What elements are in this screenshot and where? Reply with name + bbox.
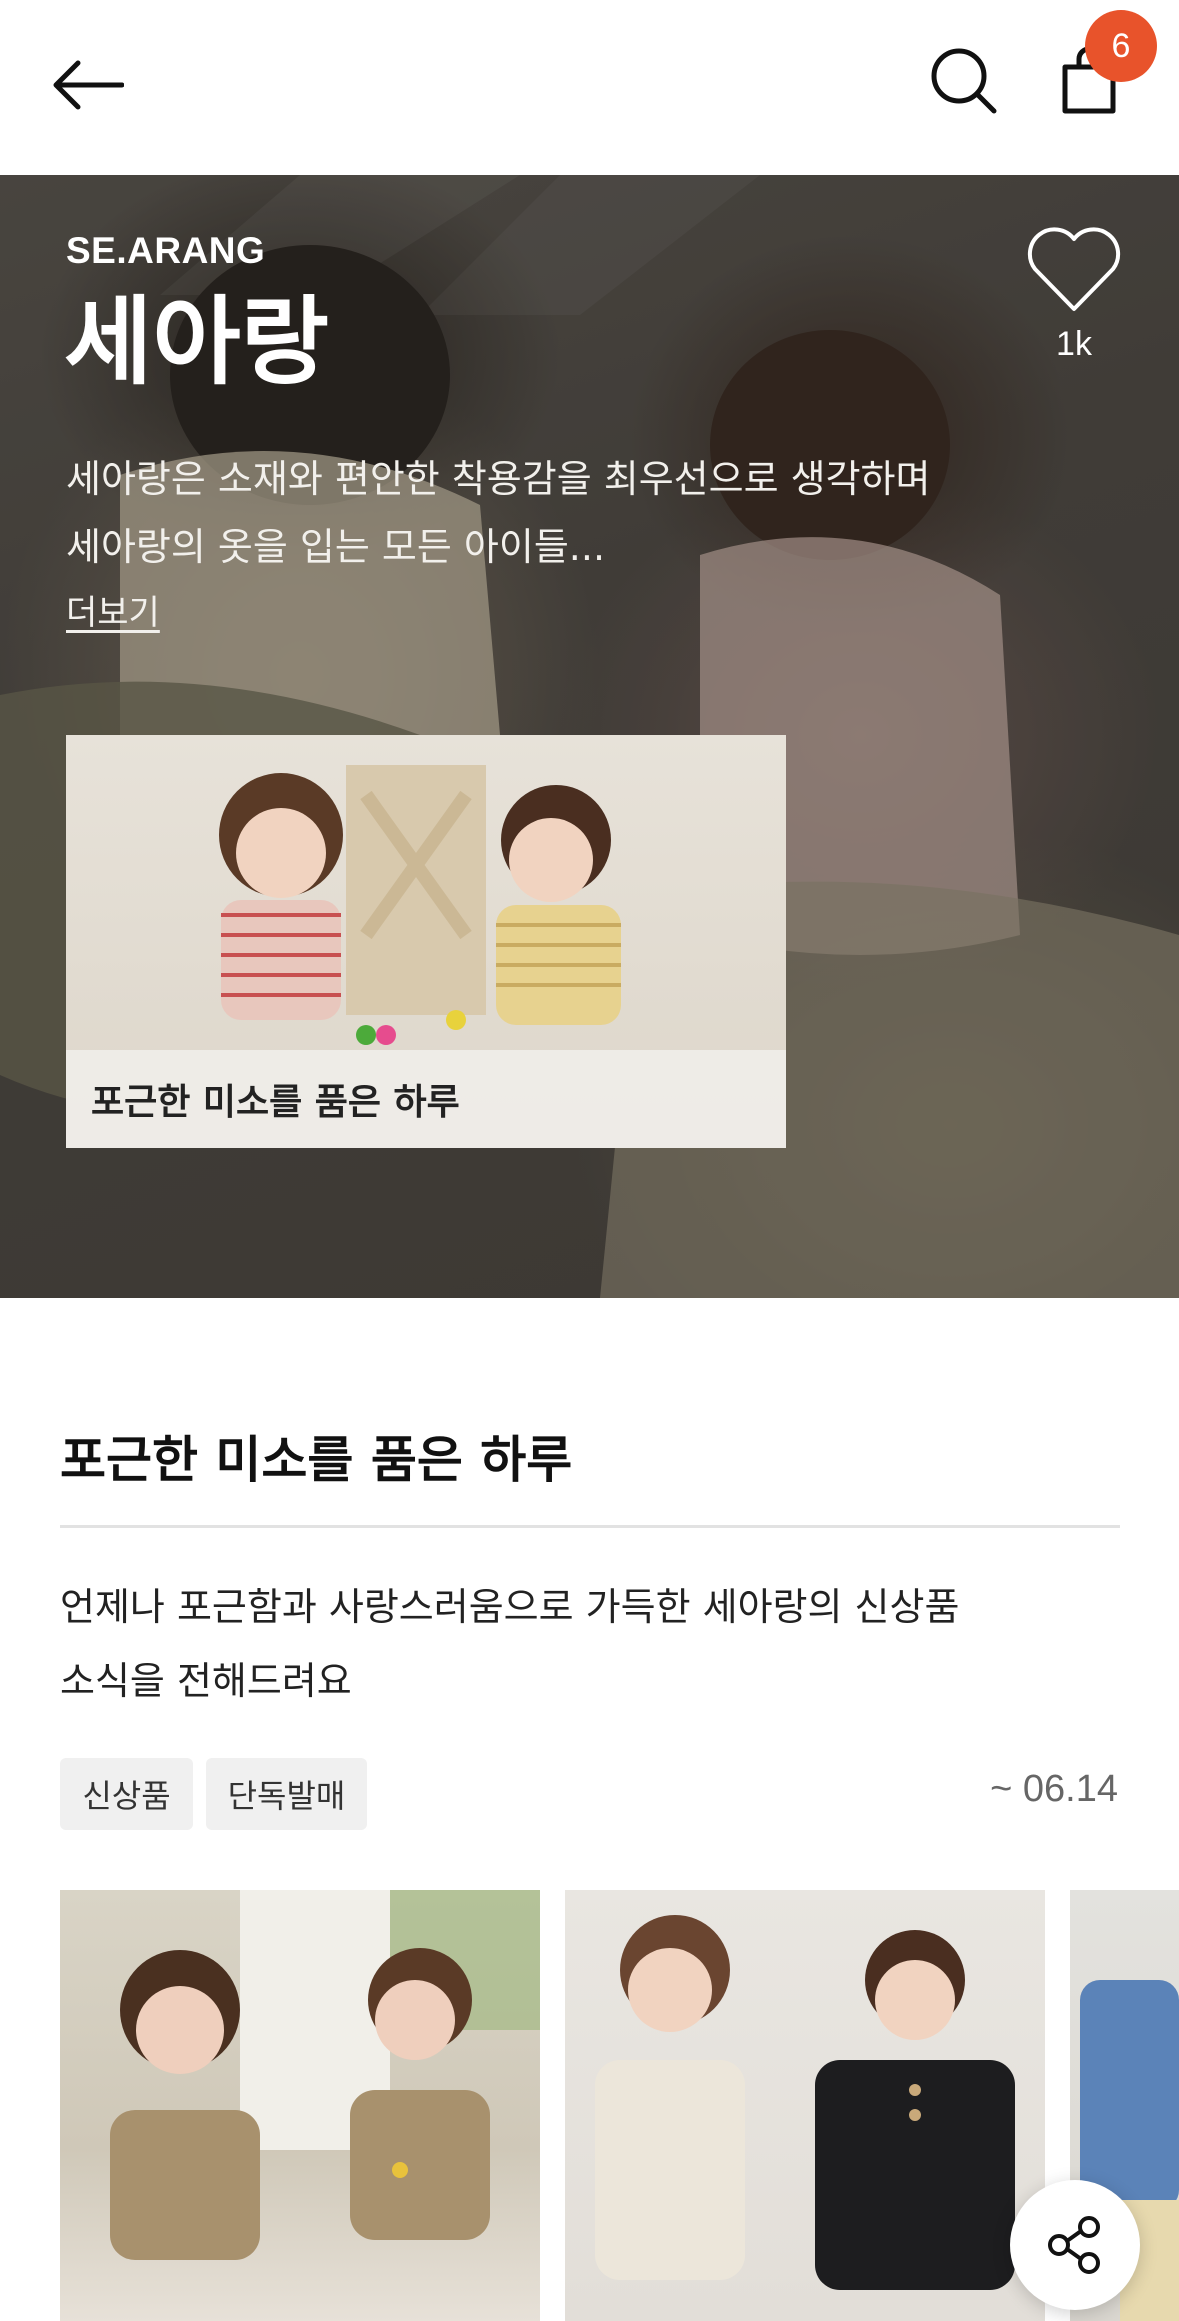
feature-card[interactable]: 포근한 미소를 품은 하루 [66, 735, 786, 1148]
brand-name-english: SE.ARANG [66, 230, 266, 271]
product-card[interactable] [565, 1890, 1045, 2321]
like-button[interactable] [1025, 225, 1123, 315]
promotion-period: ~ 06.14 [990, 1768, 1118, 1810]
heart-outline-icon [1027, 227, 1121, 311]
arrow-left-icon [53, 60, 124, 110]
product-image [110, 1890, 540, 2260]
back-button[interactable] [52, 45, 142, 125]
share-button[interactable] [1010, 2180, 1140, 2310]
cart-count-badge: 6 [1085, 10, 1157, 82]
tag-new-arrival: 신상품 [60, 1758, 193, 1830]
brand-hero: SE.ARANG 세아랑 세아랑은 소재와 편안한 착용감을 최우선으로 생각하… [0, 175, 1179, 1298]
product-image [595, 1915, 1015, 2290]
like-count: 1k [1056, 325, 1092, 363]
section-description-line: 소식을 전해드려요 [60, 1659, 352, 1703]
section-title: 포근한 미소를 품은 하루 [60, 1431, 573, 1489]
brand-description-line: 세아랑의 옷을 입는 모든 아이들... [66, 525, 606, 569]
divider [60, 1525, 1120, 1528]
tag-exclusive: 단독발매 [206, 1758, 367, 1830]
brand-description-line: 세아랑은 소재와 편안한 착용감을 최우선으로 생각하며 [66, 457, 931, 501]
top-app-bar: 6 [0, 0, 1179, 175]
more-link[interactable]: 더보기 [66, 585, 160, 634]
feature-caption: 포근한 미소를 품은 하루 [66, 1050, 786, 1148]
section-description: 언제나 포근함과 사랑스러움으로 가득한 세아랑의 신상품 소식을 전해드려요 [60, 1570, 1120, 1718]
share-icon [1048, 2216, 1100, 2274]
product-card[interactable] [60, 1890, 540, 2321]
brand-name-korean: 세아랑 [64, 286, 329, 398]
search-icon [931, 48, 997, 114]
brand-description: 세아랑은 소재와 편안한 착용감을 최우선으로 생각하며 세아랑의 옷을 입는 … [66, 445, 1016, 581]
section-description-line: 언제나 포근함과 사랑스러움으로 가득한 세아랑의 신상품 [60, 1585, 960, 1629]
search-button[interactable] [928, 45, 1008, 125]
